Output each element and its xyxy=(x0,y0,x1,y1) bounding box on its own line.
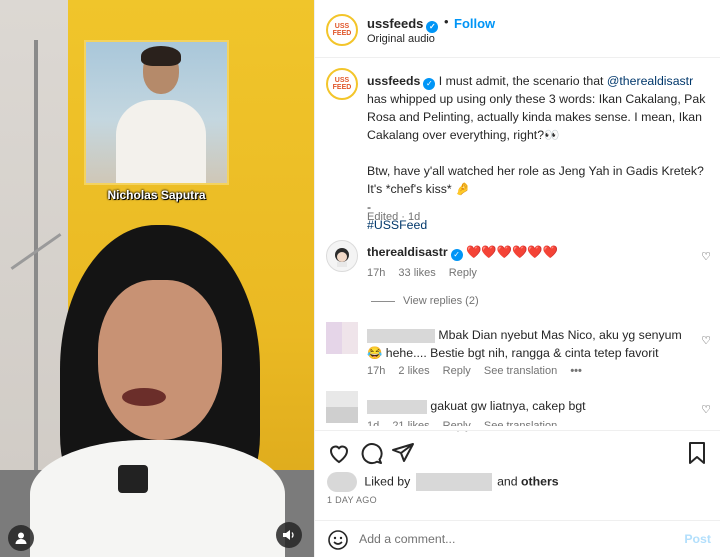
verified-badge-icon: ✓ xyxy=(450,249,463,261)
comment-hearts: ❤️❤️❤️❤️❤️❤️ xyxy=(466,245,558,259)
commenter-avatar[interactable] xyxy=(326,240,358,272)
cartoon-avatar-icon xyxy=(335,248,349,267)
comment-input[interactable]: Add a comment... xyxy=(359,532,455,546)
caption-username[interactable]: ussfeeds xyxy=(367,74,420,88)
comment-icon[interactable] xyxy=(359,441,383,465)
share-icon[interactable] xyxy=(391,441,415,465)
post-date: 1 DAY AGO xyxy=(327,495,377,505)
author-username-row: ussfeeds ✓ xyxy=(367,16,439,33)
heart-icon[interactable] xyxy=(327,441,351,465)
verified-badge-icon: ✓ xyxy=(423,78,436,90)
author-avatar[interactable]: USS FEED xyxy=(326,14,358,46)
comment-likes[interactable]: 2 likes xyxy=(398,365,429,377)
video-player[interactable]: Nicholas Saputra xyxy=(0,0,314,557)
inset-photo-caption: Nicholas Saputra xyxy=(107,188,206,202)
emoji-icon[interactable] xyxy=(327,529,349,551)
comment-text: Mbak Dian nyebut Mas Nico, aku yg senyum… xyxy=(367,328,682,360)
comment-time: 17h xyxy=(367,267,386,279)
action-bar xyxy=(315,430,720,470)
comment-like-heart-icon[interactable]: ♡ xyxy=(701,250,711,263)
inset-photo xyxy=(84,40,229,185)
comment-like-heart-icon[interactable]: ♡ xyxy=(701,403,711,416)
comment-time: 17h xyxy=(367,365,386,377)
caption-edited-time: Edited · 1d xyxy=(367,211,421,223)
speaker-icon xyxy=(283,530,294,540)
speaker-shirt xyxy=(30,440,285,557)
liked-by-row: Liked by and others xyxy=(327,472,559,492)
comment-reply-button[interactable]: Reply xyxy=(443,365,471,377)
commenter-avatar[interactable] xyxy=(326,391,358,423)
comment-text: gakuat gw liatnya, cakep bgt xyxy=(367,397,687,415)
author-username[interactable]: ussfeeds xyxy=(367,16,423,31)
redacted-liker[interactable] xyxy=(415,473,492,491)
post-header: USS FEED ussfeeds ✓ • Follow Original aud… xyxy=(315,0,720,58)
comment-like-heart-icon[interactable]: ♡ xyxy=(701,334,711,347)
caption-avatar[interactable]: USS FEED xyxy=(326,68,358,100)
caption-line-2: Btw, have y'all watched her role as Jeng… xyxy=(367,164,704,196)
replies-divider-line xyxy=(371,300,395,302)
comment-more-options-icon[interactable]: ••• xyxy=(570,365,582,377)
redacted-username xyxy=(367,399,427,414)
post-comment-button[interactable]: Post xyxy=(684,532,711,546)
comment-text: therealdisastr ✓ ❤️❤️❤️❤️❤️❤️ xyxy=(367,243,687,261)
comment-likes[interactable]: 33 likes xyxy=(398,267,435,279)
caption-body-post: has whipped up using only these 3 words:… xyxy=(367,92,706,142)
post-panel: USS FEED ussfeeds ✓ • Follow Original aud… xyxy=(314,0,720,557)
caption-mention-link[interactable]: @therealdisastr xyxy=(607,74,693,88)
liker-avatars[interactable] xyxy=(327,472,357,492)
light-stand xyxy=(34,40,38,510)
add-comment-bar: Add a comment... Post xyxy=(315,520,720,557)
user-icon xyxy=(15,532,27,544)
tagged-users-button[interactable] xyxy=(8,525,34,551)
speaker-face xyxy=(98,280,222,440)
follow-button[interactable]: Follow xyxy=(454,16,495,31)
comment-reply-button[interactable]: Reply xyxy=(449,267,477,279)
speaker-mouth xyxy=(122,388,166,406)
bookmark-icon[interactable] xyxy=(685,441,709,465)
audio-link[interactable]: Original audio xyxy=(367,33,435,45)
audio-toggle-button[interactable] xyxy=(276,522,302,548)
clip-microphone xyxy=(118,465,148,493)
likes-others-link[interactable]: others xyxy=(521,474,559,488)
view-replies-button[interactable]: View replies (2) xyxy=(371,295,479,307)
verified-badge-icon: ✓ xyxy=(426,20,439,33)
commenter-username[interactable]: therealdisastr xyxy=(367,245,448,259)
separator-dot: • xyxy=(444,14,449,29)
caption-text: ussfeeds ✓ I must admit, the scenario tha… xyxy=(367,72,707,234)
commenter-avatar[interactable] xyxy=(326,322,358,354)
caption-body-pre: I must admit, the scenario that xyxy=(438,74,607,88)
comment-meta: 17h 33 likes Reply xyxy=(367,267,487,279)
redacted-username xyxy=(367,328,435,343)
see-translation-button[interactable]: See translation xyxy=(484,365,557,377)
comment-meta: 17h 2 likes Reply See translation ••• xyxy=(367,365,582,377)
